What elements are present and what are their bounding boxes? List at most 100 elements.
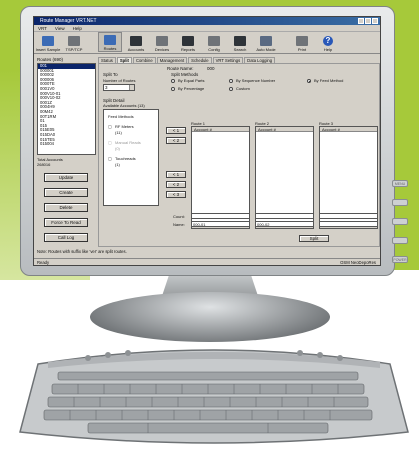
radio-custom-label: Custom: [236, 86, 250, 91]
routes-icon: [104, 35, 116, 45]
move-to-route-1-button[interactable]: < 1: [166, 127, 186, 134]
radio-equal-parts[interactable]: [171, 79, 175, 83]
menu-help[interactable]: Help: [73, 25, 82, 31]
insert-icon: [42, 36, 54, 46]
route-1-count: [191, 213, 250, 219]
monitor-button[interactable]: [392, 199, 408, 206]
call-log-button[interactable]: Call Log: [44, 233, 88, 242]
print-icon: [296, 36, 308, 46]
power-button[interactable]: POWER: [392, 256, 408, 263]
status-left: Ready: [37, 260, 50, 265]
route-3-count: [319, 213, 378, 219]
create-button[interactable]: Create: [44, 188, 88, 197]
rf-meters-checkbox[interactable]: ▢: [108, 124, 112, 129]
window-title: Route Manager VRT.NET: [40, 18, 97, 24]
update-button[interactable]: Update: [44, 173, 88, 182]
toolbar: Insert Sample TSP/TCP Routes Accounts De…: [34, 32, 380, 54]
monitor-stand-base: [90, 292, 330, 342]
move-back-route-1-button[interactable]: < 1: [166, 171, 186, 178]
count-label: Count:: [173, 214, 185, 219]
route-name-label: Route Name:: [167, 66, 194, 71]
available-accounts-label: Available Accounts (13): [103, 103, 145, 108]
menu-view[interactable]: View: [55, 25, 65, 31]
tsp-tcp-button[interactable]: TSP/TCP: [62, 32, 86, 52]
routes-pane: Routes (690) 001 000001 000002 000006 0000TE…: [37, 57, 96, 257]
help-button[interactable]: ? Help: [316, 32, 340, 52]
radio-percentage-label: By Percentage: [178, 86, 205, 91]
name-label: Name:: [173, 222, 185, 227]
available-accounts-box[interactable]: Feed Methods ▢ RF Meters (11) ▢ Manual R…: [103, 109, 159, 206]
radio-percentage[interactable]: [171, 87, 175, 91]
minimize-button[interactable]: [358, 18, 364, 24]
note-text: Note: Routes with suffix like 'ver' are …: [37, 248, 379, 255]
route-1-column: Account #: [192, 127, 249, 132]
auto-mode-button[interactable]: Auto Mode: [254, 32, 278, 52]
radio-feed-method[interactable]: [307, 79, 311, 83]
split-button[interactable]: Split: [299, 235, 329, 242]
rf-meters-label: RF Meters: [115, 124, 134, 129]
help-icon: ?: [323, 36, 333, 46]
manual-reads-label: Manual Reads: [115, 140, 141, 145]
route-3-column: Account #: [320, 127, 377, 132]
route-1-name-input[interactable]: 000-01: [191, 221, 250, 227]
accounts-button[interactable]: Accounts: [124, 32, 148, 52]
touchreads-checkbox[interactable]: ▢: [108, 156, 112, 161]
reports-button[interactable]: Reports: [176, 32, 200, 52]
route-2-count: [255, 213, 314, 219]
move-to-route-2-button[interactable]: < 2: [166, 137, 186, 144]
route-2-name-input[interactable]: 000-02: [255, 221, 314, 227]
split-methods-label: Split Methods: [171, 72, 199, 77]
auto-mode-icon: [260, 36, 272, 46]
keyboard: [19, 349, 409, 444]
devices-icon: [156, 36, 168, 46]
route-name-value: 000: [207, 66, 215, 71]
search-icon: [234, 36, 246, 46]
routes-list[interactable]: 001 000001 000002 000006 0000TE 0001V0 000V10-…: [37, 63, 96, 155]
radio-equal-parts-label: By Equal Parts: [178, 78, 205, 83]
number-of-routes-select[interactable]: 3: [103, 84, 135, 91]
menu-bar: VRT View Help: [34, 25, 380, 32]
routes-button[interactable]: Routes: [98, 32, 122, 52]
radio-custom[interactable]: [229, 87, 233, 91]
accounts-icon: [130, 36, 142, 46]
feed-methods-label: Feed Methods: [108, 114, 134, 119]
devices-button[interactable]: Devices: [150, 32, 174, 52]
app-window: Route Manager VRT.NET VRT View Help Inse…: [33, 16, 381, 266]
rf-meters-count: (11): [115, 130, 122, 135]
print-button[interactable]: Print: [290, 32, 314, 52]
move-back-route-3-button[interactable]: < 3: [166, 191, 186, 198]
config-icon: [208, 36, 220, 46]
route-list-item[interactable]: 015004: [38, 141, 95, 147]
status-bar: Ready OSM NeoDepoRes: [34, 258, 380, 265]
maximize-button[interactable]: [365, 18, 371, 24]
radio-feed-method-label: By Feed Method: [314, 78, 344, 83]
radio-sequence-number[interactable]: [229, 79, 233, 83]
route-2-column: Account #: [256, 127, 313, 132]
number-of-routes-label: Number of Routes: [103, 78, 136, 83]
config-button[interactable]: Config: [202, 32, 226, 52]
search-button[interactable]: Search: [228, 32, 252, 52]
radio-sequence-number-label: By Sequence Number: [236, 78, 276, 83]
total-accounts-value: 268016: [37, 162, 51, 167]
manual-reads-checkbox[interactable]: ▢: [108, 140, 112, 145]
split-panel: Route Name: 000 Split To Number of Route…: [98, 63, 380, 247]
monitor-button[interactable]: [392, 237, 408, 244]
touchreads-label: Touchreads: [115, 156, 136, 161]
monitor-buttons: MENU POWER: [392, 180, 408, 275]
reports-icon: [182, 36, 194, 46]
split-to-label: Split To: [103, 72, 118, 77]
route-3-name-input[interactable]: [319, 221, 378, 227]
manual-reads-count: (0): [115, 146, 120, 151]
touchreads-count: (1): [115, 162, 120, 167]
force-to-read-button[interactable]: Force To Read: [44, 218, 88, 227]
delete-button[interactable]: Delete: [44, 203, 88, 212]
title-bar: Route Manager VRT.NET: [34, 17, 380, 25]
monitor-button[interactable]: MENU: [392, 180, 408, 187]
insert-sample-button[interactable]: Insert Sample: [36, 32, 60, 52]
close-button[interactable]: [372, 18, 378, 24]
move-back-route-2-button[interactable]: < 2: [166, 181, 186, 188]
monitor-button[interactable]: [392, 218, 408, 225]
tsp-icon: [68, 36, 80, 46]
window-controls: [358, 18, 378, 24]
menu-vrt[interactable]: VRT: [38, 25, 47, 31]
